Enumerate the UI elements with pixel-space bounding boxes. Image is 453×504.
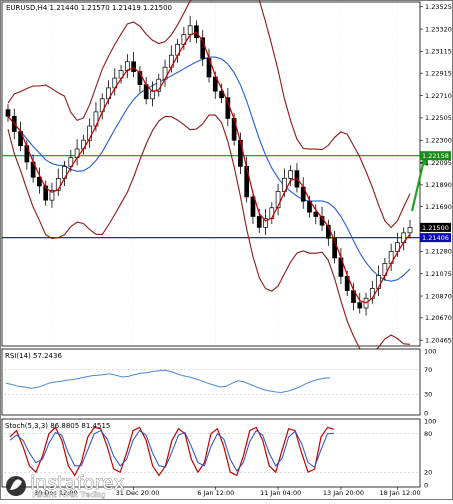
x-tick-label: 13 Jan 20:00	[323, 489, 364, 497]
main-y-tick-label: 1.21690	[425, 203, 452, 211]
main-y-tick-label: 1.20465	[425, 336, 452, 344]
main-y-tick-label: 1.23115	[425, 48, 452, 56]
rsi-y-tick-label: 70	[424, 366, 432, 374]
candle-body	[150, 90, 155, 100]
main-y-tick-label: 1.22300	[425, 137, 452, 145]
main-y-tick-label: 1.22915	[425, 69, 452, 77]
x-tick-label: 18 Jan 12:00	[379, 489, 420, 497]
stoch-y-tick-label: 100	[424, 417, 436, 425]
main-y-tick-label: 1.23320	[425, 25, 452, 33]
rsi-title: RSI(14) 57.2436	[5, 352, 62, 360]
main-y-tick-label: 1.22505	[425, 114, 452, 122]
candle-body	[24, 145, 30, 163]
rsi-panel	[1, 348, 421, 416]
stoch-y-tick-label: 80	[424, 430, 432, 438]
candle-body	[231, 118, 237, 141]
main-y-tick-label: 1.22710	[425, 92, 452, 100]
candle-body	[357, 302, 363, 309]
candle-body	[131, 61, 136, 72]
stoch-y-tick-label: 0	[424, 481, 428, 489]
candle-body	[5, 109, 11, 117]
main-y-tick-label: 1.21075	[425, 270, 452, 278]
price-tag-label: 1.21406	[422, 234, 449, 242]
candle-body	[256, 216, 262, 228]
main-y-tick-label: 1.20870	[425, 292, 452, 300]
candle-body	[194, 25, 199, 39]
main-y-tick-label: 1.23525	[425, 3, 452, 11]
stoch-y-tick-label: 20	[424, 469, 432, 477]
candle-body	[187, 25, 193, 35]
rsi-y-tick-label: 30	[424, 391, 432, 399]
candle-body	[407, 227, 413, 234]
price-tag-label: 1.21500	[422, 224, 449, 232]
price-tag-label: 1.22158	[422, 152, 449, 160]
candle-body	[250, 196, 256, 217]
main-title: EURUSD,H4 1.21440 1.21570 1.21419 1.2150…	[6, 4, 172, 12]
candle-body	[313, 211, 319, 217]
chart-svg: EURUSD,H4 1.21440 1.21570 1.21419 1.2150…	[0, 0, 453, 500]
candle-body	[288, 170, 294, 179]
rsi-y-tick-label: 100	[424, 347, 436, 355]
rsi-y-tick-label: 0	[424, 409, 428, 417]
chart-frame: EURUSD,H4 1.21440 1.21570 1.21419 1.2150…	[0, 0, 453, 500]
x-tick-label: 6 Jan 12:00	[197, 489, 234, 497]
stoch-title: Stoch(5,3,3) 86.8805 81.4515	[5, 422, 110, 430]
main-y-tick-label: 1.20670	[425, 314, 452, 322]
main-y-tick-label: 1.21890	[425, 181, 452, 189]
x-tick-label: 11 Jan 04:00	[260, 489, 301, 497]
brand-tagline: Instant Forex Trading	[32, 491, 106, 499]
main-y-tick-label: 1.21280	[425, 248, 452, 256]
